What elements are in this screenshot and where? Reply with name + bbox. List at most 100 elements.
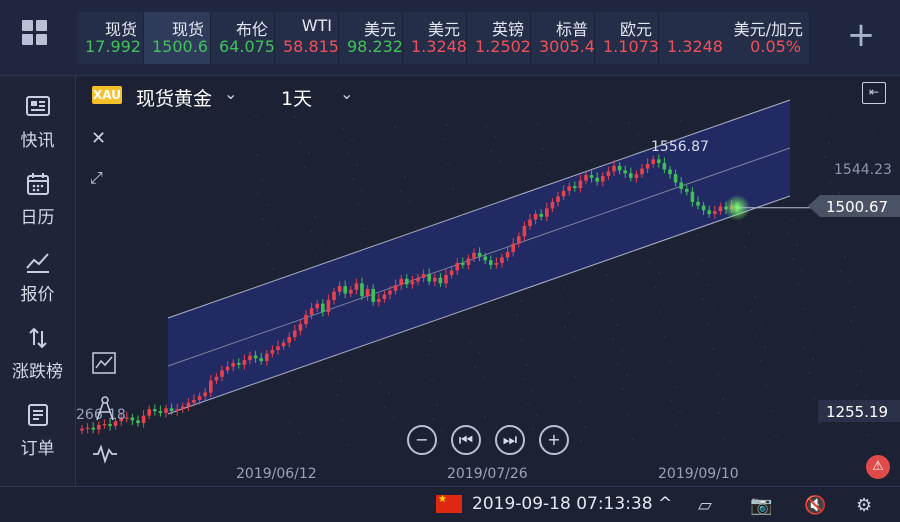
- map-dot: [791, 219, 793, 221]
- candle-body: [231, 362, 235, 367]
- zoom-in-button[interactable]: +: [539, 425, 569, 455]
- map-dot: [527, 403, 529, 405]
- map-dot: [802, 308, 804, 310]
- candle-body: [102, 424, 107, 426]
- map-dot: [341, 419, 343, 421]
- map-dot: [309, 191, 311, 193]
- sidebar-item-orders[interactable]: 订单: [0, 402, 75, 459]
- map-dot: [649, 261, 651, 263]
- candle-body: [494, 263, 499, 265]
- ticker-item[interactable]: WTI 58.815: [275, 12, 339, 64]
- sidebar-item-calendar[interactable]: 日历: [0, 171, 75, 228]
- candle-body: [298, 324, 303, 331]
- map-dot: [748, 232, 750, 234]
- sidebar-item-news[interactable]: 快讯: [0, 94, 75, 151]
- ticker-item[interactable]: 标普 3005.4: [531, 12, 595, 64]
- ticker-price: 17.992: [85, 37, 141, 56]
- zoom-out-button[interactable]: −: [407, 425, 437, 455]
- map-dot: [680, 120, 682, 122]
- candle-body: [360, 283, 364, 297]
- wave-icon[interactable]: [92, 444, 118, 464]
- ticker-item[interactable]: 欧元 1.1073: [595, 12, 659, 64]
- ticker-item[interactable]: 美元/加元 1.3248 0.05%: [659, 12, 810, 64]
- map-dot: [446, 124, 448, 126]
- candle-body: [164, 408, 168, 413]
- layers-icon[interactable]: ▱: [698, 495, 712, 516]
- map-dot: [717, 373, 719, 375]
- map-dot: [437, 443, 439, 445]
- map-dot: [308, 152, 310, 154]
- candle-body: [511, 243, 515, 252]
- timeframe-selector[interactable]: 1天: [281, 84, 312, 111]
- map-dot: [759, 321, 761, 323]
- chevron-down-icon[interactable]: ⌄: [340, 84, 353, 103]
- drawing-tool-icon[interactable]: [94, 396, 116, 422]
- sidebar-item-rankings[interactable]: 涨跌榜: [0, 325, 75, 382]
- candle-body: [354, 283, 359, 290]
- camera-icon[interactable]: 📷: [750, 495, 772, 516]
- add-ticker-icon[interactable]: +: [846, 18, 876, 52]
- candle-body: [281, 342, 286, 347]
- candle-body: [645, 163, 650, 169]
- map-dot: [823, 117, 825, 119]
- exit-fullscreen-icon[interactable]: ⇤: [862, 82, 886, 104]
- candle-body: [209, 380, 213, 393]
- candle-body: [141, 415, 146, 424]
- map-dot: [712, 348, 714, 350]
- candle-body: [433, 277, 437, 282]
- map-dot: [421, 329, 423, 331]
- candle-body: [304, 314, 308, 325]
- datetime-display[interactable]: 2019-09-18 07:13:38 ^: [472, 494, 672, 514]
- jump-start-button[interactable]: ⏮: [451, 425, 481, 455]
- candle-body: [197, 396, 202, 400]
- map-dot: [828, 142, 830, 144]
- candle-body: [393, 285, 398, 291]
- map-dot: [585, 135, 587, 137]
- candle-body: [483, 256, 487, 261]
- candle-body: [203, 392, 207, 397]
- map-dot: [675, 425, 677, 427]
- chevron-down-icon[interactable]: ⌄: [224, 84, 237, 103]
- map-dot: [840, 270, 842, 272]
- candle-body: [713, 211, 717, 214]
- symbol-selector[interactable]: 现货黄金: [136, 84, 212, 111]
- jump-end-button[interactable]: ⏭: [495, 425, 525, 455]
- candle-body: [455, 263, 459, 271]
- map-dot: [803, 347, 805, 349]
- close-icon[interactable]: ✕: [91, 128, 106, 149]
- chevron-up-icon[interactable]: ^: [658, 494, 672, 514]
- mute-icon[interactable]: 🔇: [804, 495, 826, 516]
- alert-icon[interactable]: ⚠: [866, 455, 890, 479]
- map-dot: [267, 243, 269, 245]
- candle-body: [349, 289, 353, 294]
- ticker-item[interactable]: 现货 1500.6: [144, 12, 211, 64]
- ticker-item[interactable]: 美元 98.232: [339, 12, 403, 64]
- sidebar-item-quotes[interactable]: 报价: [0, 248, 75, 305]
- map-dot: [405, 215, 407, 217]
- candle-body: [214, 376, 219, 381]
- ticker-item[interactable]: 英镑 1.2502: [467, 12, 531, 64]
- map-dot: [564, 326, 566, 328]
- map-dot: [262, 218, 264, 220]
- ticker-item[interactable]: 布伦 64.075: [211, 12, 275, 64]
- price-chart[interactable]: 1556.871544.231500.671255.19266 182019/06…: [76, 76, 900, 486]
- candle-body: [522, 225, 527, 237]
- candle-body: [561, 190, 566, 197]
- ticker-item[interactable]: 现货 17.992: [77, 12, 144, 64]
- candle-body: [595, 177, 599, 182]
- indicator-icon[interactable]: [92, 352, 116, 374]
- ticker-item[interactable]: 美元 1.3248: [403, 12, 467, 64]
- map-dot: [749, 271, 751, 273]
- map-dot: [474, 366, 476, 368]
- map-dot: [707, 323, 709, 325]
- map-dot: [632, 438, 634, 440]
- expand-icon[interactable]: ⤢: [90, 168, 103, 188]
- grid-menu-icon[interactable]: [22, 20, 50, 48]
- candle-body: [466, 258, 471, 265]
- map-dot: [589, 121, 591, 123]
- map-dot: [723, 437, 725, 439]
- settings-gear-icon[interactable]: ⚙: [856, 495, 872, 516]
- map-dot: [627, 413, 629, 415]
- candle-body: [533, 213, 538, 220]
- current-price-label: 1500.67: [826, 198, 888, 216]
